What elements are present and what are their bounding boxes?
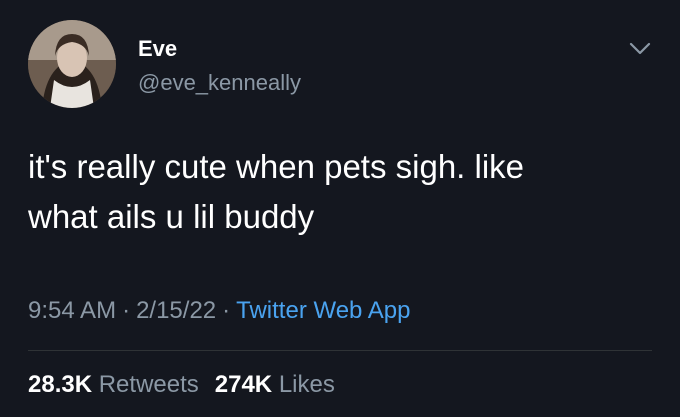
retweets-stat[interactable]: 28.3K Retweets	[28, 371, 199, 398]
tweet-date[interactable]: 2/15/22	[136, 297, 216, 324]
avatar-image	[28, 20, 116, 108]
user-handle[interactable]: @eve_kenneally	[138, 70, 301, 96]
likes-stat[interactable]: 274K Likes	[215, 371, 335, 398]
tweet-time[interactable]: 9:54 AM	[28, 297, 116, 324]
retweets-label: Retweets	[98, 371, 199, 398]
tweet-text: it's really cute when pets sigh. like wh…	[28, 148, 525, 235]
tweet-card: Eve @eve_kenneally it's really cute when…	[0, 0, 680, 417]
chevron-down-icon[interactable]	[626, 38, 654, 60]
meta-separator: ·	[122, 297, 131, 324]
display-name[interactable]: Eve	[138, 36, 177, 62]
tweet-metadata: 9:54 AM · 2/15/22 · Twitter Web App	[28, 296, 410, 326]
tweet-source-link[interactable]: Twitter Web App	[236, 297, 410, 324]
meta-separator: ·	[222, 297, 231, 324]
likes-count: 274K	[214, 371, 273, 398]
engagement-stats: 28.3K Retweets 274K Likes	[28, 370, 335, 400]
retweets-count: 28.3K	[28, 371, 93, 398]
divider	[28, 350, 652, 351]
avatar[interactable]	[28, 20, 116, 108]
likes-label: Likes	[278, 371, 335, 398]
